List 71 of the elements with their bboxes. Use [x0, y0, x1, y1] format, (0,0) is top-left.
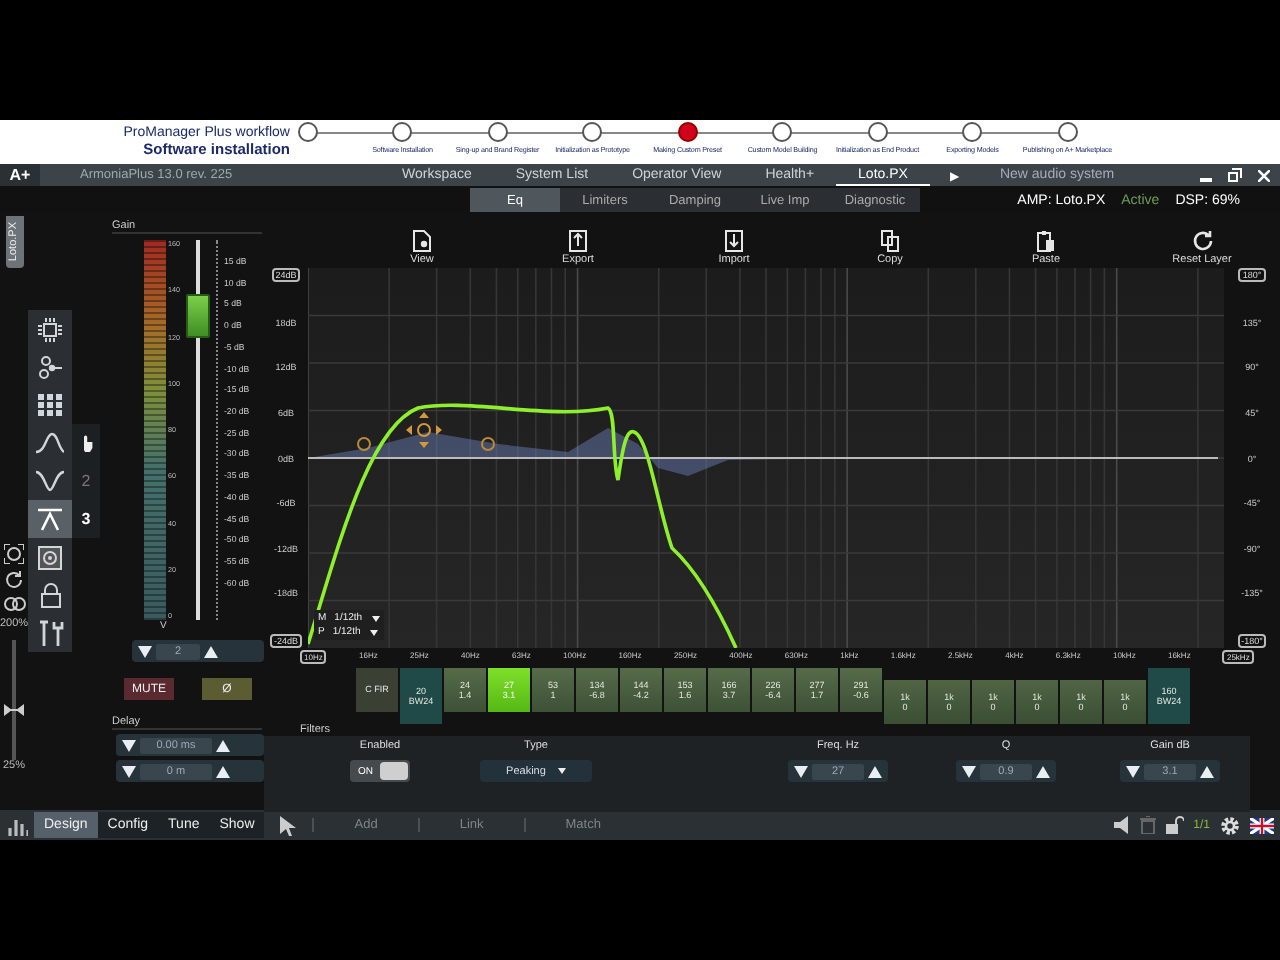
bars-icon[interactable] [8, 815, 28, 835]
document-import-icon [724, 230, 744, 252]
filter-curve-icon [36, 507, 64, 531]
hand-cursor-icon [79, 434, 93, 452]
down-arrow-icon [962, 765, 976, 777]
decrement-button[interactable] [794, 765, 808, 777]
settings-icon[interactable] [1220, 815, 1240, 835]
decrement-button[interactable] [122, 765, 136, 777]
app-logo: A+ [0, 164, 40, 186]
step-marker[interactable] [1057, 122, 1078, 142]
slider-thumb[interactable] [4, 703, 24, 716]
tool-button[interactable] [28, 576, 72, 614]
paste-icon [1036, 230, 1056, 252]
step-marker[interactable] [867, 122, 888, 142]
up-arrow-icon [868, 765, 882, 777]
step-marker[interactable] [677, 122, 698, 142]
up-arrow-icon [1200, 765, 1214, 777]
refresh-icon [1191, 230, 1213, 252]
tool-button[interactable] [28, 462, 72, 500]
caret-icon [557, 768, 566, 774]
pointer-icon[interactable] [280, 815, 297, 835]
nodes-icon [38, 355, 62, 379]
tool-button[interactable] [28, 500, 72, 538]
decrement-button[interactable] [122, 739, 136, 751]
step-marker[interactable] [962, 122, 983, 142]
tool-button[interactable] [28, 310, 72, 348]
decrement-button[interactable] [962, 765, 976, 777]
link-icon[interactable] [3, 595, 25, 612]
bell-curve-icon [36, 432, 64, 454]
document-export-icon [568, 230, 588, 252]
increment-button[interactable] [216, 765, 230, 777]
up-arrow-icon [1036, 765, 1050, 777]
increment-button[interactable] [216, 739, 230, 751]
down-arrow-icon [138, 645, 152, 657]
down-arrow-icon [1126, 765, 1140, 777]
rotate-icon[interactable] [4, 569, 24, 590]
step-marker[interactable] [772, 122, 793, 142]
fader-thumb[interactable] [186, 294, 210, 338]
tool-button[interactable] [28, 538, 72, 576]
tools-icon [37, 620, 63, 646]
decrement-button[interactable] [1126, 765, 1140, 777]
restore-icon[interactable] [1228, 168, 1242, 182]
zoom-slider[interactable] [4, 639, 24, 760]
lock-icon [39, 582, 61, 608]
decrement-button[interactable] [138, 645, 152, 657]
up-arrow-icon [204, 645, 218, 657]
close-icon[interactable] [1258, 169, 1270, 181]
increment-button[interactable] [1036, 765, 1050, 777]
flag-icon[interactable] [1250, 817, 1274, 833]
step-marker[interactable] [392, 122, 413, 142]
document-eye-icon [412, 230, 432, 252]
chip-icon [38, 317, 62, 341]
increment-button[interactable] [868, 765, 882, 777]
gain-fader[interactable] [186, 240, 210, 620]
filter-handle-drawing[interactable] [357, 412, 495, 451]
step-marker[interactable] [582, 122, 603, 142]
notch-curve-icon [36, 470, 64, 492]
layer-number[interactable]: 2 [72, 462, 100, 500]
speaker-icon [38, 545, 62, 569]
dot-grid-icon [38, 394, 62, 416]
copy-icon [880, 230, 900, 252]
tool-button[interactable] [28, 614, 72, 652]
increment-button[interactable] [204, 645, 218, 657]
unlock-icon[interactable] [1165, 816, 1184, 834]
zoom-icon[interactable] [4, 543, 24, 564]
layer-number[interactable]: 3 [72, 500, 100, 538]
increment-button[interactable] [1200, 765, 1214, 777]
step-marker[interactable] [487, 122, 508, 142]
down-arrow-icon [794, 765, 808, 777]
speaker-icon[interactable] [1113, 816, 1130, 834]
step-marker[interactable] [297, 122, 318, 142]
